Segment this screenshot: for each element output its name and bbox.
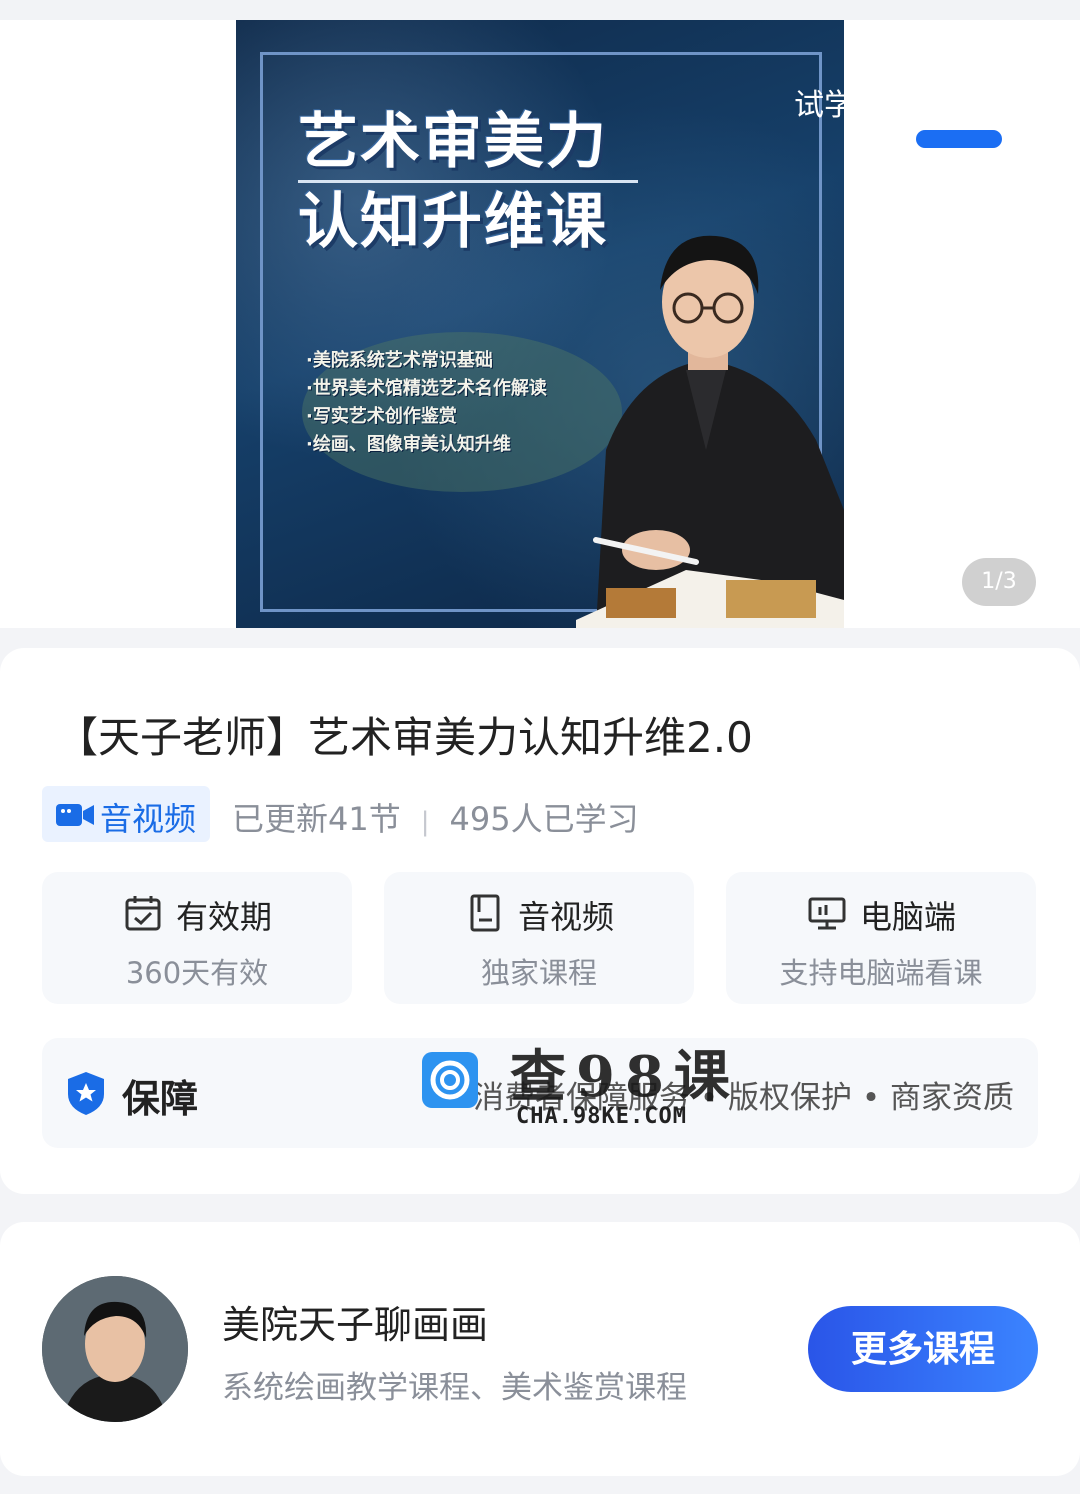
page-counter: 1/3: [962, 558, 1036, 606]
watermark-text: 查98课: [510, 1044, 740, 1110]
updated-count: 已更新41节: [232, 800, 401, 838]
calendar-check-icon: [125, 896, 161, 931]
watermark-url: CHA.98KE.COM: [516, 1104, 687, 1129]
teacher-avatar[interactable]: [42, 1276, 188, 1422]
cover-divider: [298, 180, 638, 183]
feature-desktop: 电脑端 支持电脑端看课: [726, 872, 1036, 1004]
feature-validity: 有效期 360天有效: [42, 872, 352, 1004]
teacher-name[interactable]: 美院天子聊画画: [222, 1294, 488, 1349]
feature-name: 有效期: [176, 898, 273, 936]
cover-bullet: ·绘画、图像审美认知升维: [306, 434, 511, 455]
cover-bullet: ·美院系统艺术常识基础: [306, 350, 493, 371]
top-strip: [0, 0, 1080, 20]
presenter-image: [576, 235, 844, 628]
teacher-card[interactable]: 美院天子聊画画 系统绘画教学课程、美术鉴赏课程 更多课程: [0, 1222, 1080, 1476]
cover-title-line1: 艺术审美力: [298, 107, 608, 177]
guarantee-label: 保障: [122, 1077, 199, 1121]
video-camera-icon: [56, 804, 94, 826]
cover-bullet: ·写实艺术创作鉴赏: [306, 406, 457, 427]
media-type-badge: 音视频: [42, 786, 210, 842]
feature-desc: 独家课程: [480, 956, 597, 990]
media-type-label: 音视频: [100, 800, 197, 838]
course-cover-image[interactable]: 艺术审美力 认知升维课 ·美院系统艺术常识基础 ·世界美术馆精选艺术名作解读 ·…: [236, 20, 844, 628]
stats-separator: |: [420, 807, 430, 837]
monitor-icon: [808, 897, 846, 930]
trial-label[interactable]: 试学: [794, 80, 844, 124]
feature-media: 音视频 独家课程: [384, 872, 694, 1004]
slide-indicator[interactable]: [916, 130, 1002, 148]
course-stats: 已更新41节 | 495人已学习: [232, 794, 639, 840]
teacher-description: 系统绘画教学课程、美术鉴赏课程: [222, 1370, 687, 1406]
course-title: 【天子老师】艺术审美力认知升维2.0: [56, 713, 753, 762]
course-banner[interactable]: 艺术审美力 认知升维课 ·美院系统艺术常识基础 ·世界美术馆精选艺术名作解读 ·…: [0, 0, 1080, 628]
learner-count: 495人已学习: [449, 800, 639, 838]
feature-desc: 支持电脑端看课: [779, 956, 983, 990]
cover-bullet: ·世界美术馆精选艺术名作解读: [306, 378, 547, 399]
feature-name: 音视频: [518, 898, 615, 936]
feature-name: 电脑端: [860, 898, 957, 936]
book-icon: [470, 894, 500, 932]
more-courses-button[interactable]: 更多课程: [808, 1306, 1038, 1392]
feature-desc: 360天有效: [125, 956, 269, 990]
avatar-image: [42, 1276, 188, 1422]
shield-star-icon: [68, 1072, 104, 1115]
watermark-logo-icon: [422, 1052, 478, 1108]
